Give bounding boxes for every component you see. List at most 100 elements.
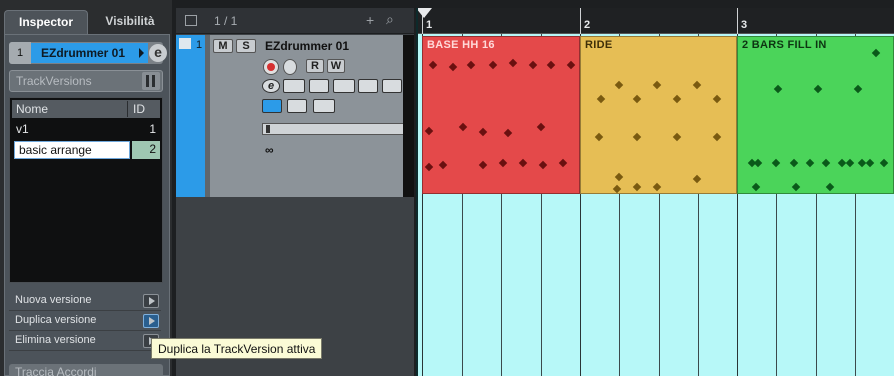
track-menu-arrow-icon[interactable] xyxy=(139,48,144,58)
routing-icon[interactable]: ∞ xyxy=(265,143,274,157)
midi-note[interactable] xyxy=(488,60,498,70)
midi-note[interactable] xyxy=(879,158,889,168)
grid-icon[interactable] xyxy=(313,99,335,113)
midi-note[interactable] xyxy=(652,182,662,192)
quantize-icon[interactable] xyxy=(358,79,378,93)
record-enable-button[interactable] xyxy=(263,59,279,75)
midi-part[interactable]: 2 BARS FILL IN xyxy=(737,36,894,194)
track-row[interactable]: 1 M S EZdrummer 01 R W e ∞ xyxy=(176,35,414,197)
midi-note[interactable] xyxy=(632,132,642,142)
midi-note[interactable] xyxy=(805,158,815,168)
new-version-action[interactable]: Nuova versione xyxy=(9,292,161,311)
midi-note[interactable] xyxy=(773,84,783,94)
track-name[interactable]: EZdrummer 01 xyxy=(31,43,148,63)
midi-note[interactable] xyxy=(853,84,863,94)
track-color-strip[interactable] xyxy=(176,35,205,197)
table-row-selected[interactable]: basic arrange 2 xyxy=(12,140,160,159)
midi-note[interactable] xyxy=(771,158,781,168)
midi-note[interactable] xyxy=(712,132,722,142)
transpose-icon[interactable] xyxy=(333,79,355,93)
volume-fader[interactable] xyxy=(262,123,404,135)
midi-note[interactable] xyxy=(498,158,508,168)
midi-note[interactable] xyxy=(821,158,831,168)
midi-note[interactable] xyxy=(865,158,875,168)
split-icon[interactable] xyxy=(382,79,402,93)
midi-note[interactable] xyxy=(478,160,488,170)
midi-note[interactable] xyxy=(448,62,458,72)
project-cursor-icon[interactable] xyxy=(416,8,432,18)
midi-note[interactable] xyxy=(536,122,546,132)
midi-note[interactable] xyxy=(424,162,434,172)
midi-note[interactable] xyxy=(424,126,434,136)
midi-note[interactable] xyxy=(614,80,624,90)
search-icon[interactable]: ⌕ xyxy=(386,11,394,28)
midi-note[interactable] xyxy=(825,182,835,192)
midi-note[interactable] xyxy=(751,182,761,192)
chord-track-section[interactable]: Traccia Accordi xyxy=(9,364,163,376)
midi-note[interactable] xyxy=(546,60,556,70)
play-arrow-icon[interactable] xyxy=(143,294,159,308)
read-automation-button[interactable]: R xyxy=(306,59,324,73)
write-automation-button[interactable]: W xyxy=(327,59,345,73)
midi-note[interactable] xyxy=(438,160,448,170)
midi-note[interactable] xyxy=(845,158,855,168)
midi-note[interactable] xyxy=(612,184,622,193)
midi-note[interactable] xyxy=(857,158,867,168)
ruler[interactable]: 1 2 3 xyxy=(416,8,894,34)
monitor-speaker-icon[interactable] xyxy=(283,59,297,75)
column-header-id[interactable]: ID xyxy=(127,101,160,117)
track-name[interactable]: EZdrummer 01 xyxy=(265,39,349,53)
midi-note[interactable] xyxy=(791,182,801,192)
midi-note[interactable] xyxy=(596,94,606,104)
play-arrow-icon[interactable] xyxy=(143,314,159,328)
trackversions-icon[interactable] xyxy=(142,72,160,90)
midi-note[interactable] xyxy=(594,132,604,142)
midi-note[interactable] xyxy=(458,122,468,132)
midi-note[interactable] xyxy=(528,60,538,70)
trackversions-section[interactable]: TrackVersions xyxy=(9,70,163,92)
pencil-icon[interactable] xyxy=(262,99,282,113)
tab-inspector[interactable]: Inspector xyxy=(4,10,88,34)
midi-note[interactable] xyxy=(558,158,568,168)
list-icon[interactable] xyxy=(185,15,197,26)
midi-note[interactable] xyxy=(478,127,488,137)
midi-note[interactable] xyxy=(672,132,682,142)
edit-instrument-button[interactable]: e xyxy=(149,44,167,62)
version-name-edit-field[interactable]: basic arrange xyxy=(14,141,130,159)
midi-note[interactable] xyxy=(837,158,847,168)
delete-version-action[interactable]: Elimina versione xyxy=(9,332,161,351)
midi-note[interactable] xyxy=(614,172,624,182)
mute-button[interactable]: M xyxy=(213,39,233,53)
table-row[interactable]: v1 1 xyxy=(12,120,160,138)
midi-note[interactable] xyxy=(518,158,528,168)
midi-note[interactable] xyxy=(566,60,576,70)
edit-instrument-button[interactable]: e xyxy=(262,79,280,93)
midi-note[interactable] xyxy=(712,94,722,104)
column-header-name[interactable]: Nome xyxy=(16,101,48,117)
track-lock-icon[interactable] xyxy=(309,79,329,93)
midi-part[interactable]: BASE HH 16 xyxy=(422,36,580,194)
inspector-track-header[interactable]: 1 EZdrummer 01 e xyxy=(9,42,167,64)
duplicate-version-action[interactable]: Duplica versione xyxy=(9,312,161,331)
add-track-button[interactable]: + xyxy=(366,12,374,28)
midi-note[interactable] xyxy=(428,60,438,70)
midi-note[interactable] xyxy=(466,60,476,70)
midi-note[interactable] xyxy=(692,80,702,90)
midi-note[interactable] xyxy=(538,160,548,170)
midi-note[interactable] xyxy=(813,84,823,94)
midi-note[interactable] xyxy=(632,182,642,192)
midi-note[interactable] xyxy=(632,94,642,104)
tab-visibility[interactable]: Visibilità xyxy=(92,10,168,34)
midi-note[interactable] xyxy=(871,48,881,58)
midi-note[interactable] xyxy=(753,158,763,168)
midi-note[interactable] xyxy=(789,158,799,168)
midi-note[interactable] xyxy=(652,80,662,90)
lanes-icon[interactable] xyxy=(283,79,305,93)
midi-note[interactable] xyxy=(672,94,682,104)
midi-part[interactable]: RIDE xyxy=(580,36,737,194)
midi-note[interactable] xyxy=(692,174,702,184)
folder-icon[interactable] xyxy=(287,99,307,113)
midi-note[interactable] xyxy=(503,128,513,138)
solo-button[interactable]: S xyxy=(236,39,256,53)
midi-note[interactable] xyxy=(508,58,518,68)
